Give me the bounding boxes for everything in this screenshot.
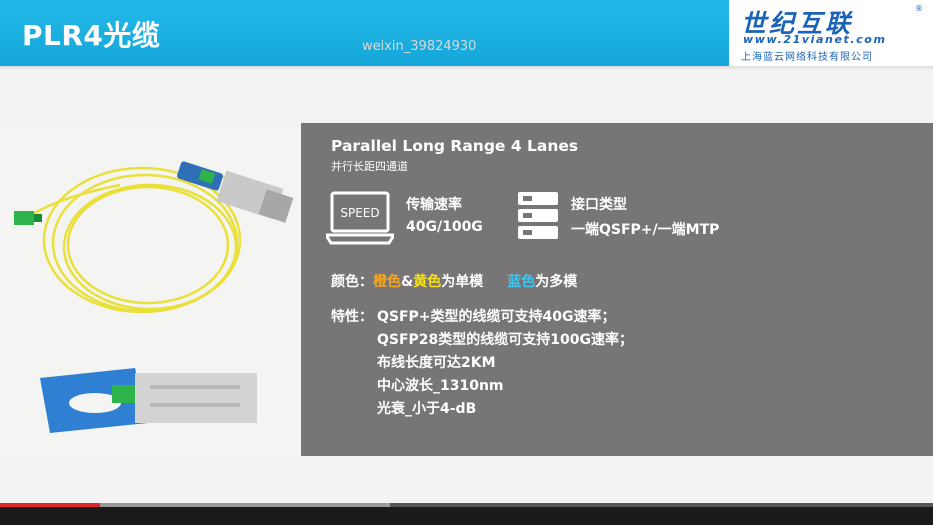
feature-item: 布线长度可达2KM: [377, 355, 496, 371]
product-photo: [0, 123, 301, 456]
feature-item: 光衰_小于4-dB: [377, 401, 477, 417]
features-label: 特性：: [331, 309, 373, 325]
laptop-speed-icon: SPEED: [326, 191, 394, 245]
color-blue-text: 蓝色: [507, 274, 536, 290]
speed-icon-text: SPEED: [340, 206, 379, 220]
watermark: weixin_39824930: [362, 39, 477, 54]
speed-value: 40G/100G: [406, 219, 483, 235]
info-panel: Parallel Long Range 4 Lanes 并行长距四通道 SPEE…: [301, 123, 933, 456]
speed-label: 传输速率: [406, 197, 462, 213]
slide-title: PLR4光缆: [22, 19, 161, 52]
logo-url: www.21vianet.com: [743, 33, 887, 46]
color-multi-mode: 为多模: [535, 274, 578, 290]
color-single-mode: 为单模: [441, 274, 484, 290]
video-control-bar: [0, 507, 933, 525]
panel-subtitle: 并行长距四通道: [331, 160, 408, 173]
color-yellow-text: 黄色: [413, 274, 442, 290]
server-rack-icon: [518, 192, 558, 239]
company-logo: 世纪互联 ® www.21vianet.com 上海蓝云网络科技有限公司: [729, 0, 933, 66]
feature-item: 中心波长_1310nm: [377, 378, 504, 394]
color-amp: &: [401, 274, 414, 290]
logo-registered-mark: ®: [915, 4, 923, 13]
feature-item: QSFP+类型的线缆可支持40G速率；: [377, 309, 616, 325]
feature-item: QSFP28类型的线缆可支持100G速率；: [377, 332, 634, 348]
logo-company-name: 上海蓝云网络科技有限公司: [741, 52, 873, 63]
slide-header: PLR4光缆 weixin_39824930 世纪互联 ® www.21vian…: [0, 0, 933, 66]
panel-title: Parallel Long Range 4 Lanes: [331, 137, 579, 155]
cable-illustration: [14, 161, 294, 433]
interface-label: 接口类型: [571, 197, 627, 213]
interface-value: 一端QSFP+/一端MTP: [571, 222, 720, 238]
color-label: 颜色：: [331, 274, 373, 290]
color-description: 颜色：橙色&黄色为单模 蓝色为多模: [331, 271, 577, 291]
header-divider: [0, 66, 933, 70]
color-orange-text: 橙色: [373, 274, 401, 290]
